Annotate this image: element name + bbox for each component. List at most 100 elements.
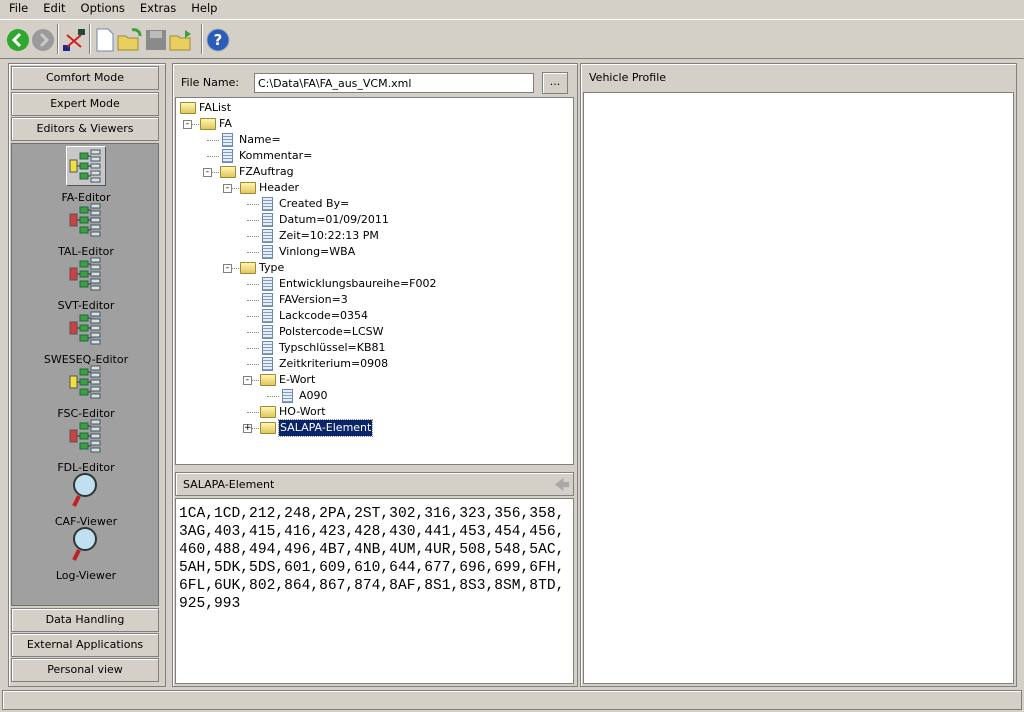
fdl-editor-icon [66,416,106,456]
tree-node[interactable]: Entwicklungsbaureihe=F002 [176,276,573,292]
svg-text:?: ? [214,31,223,49]
tree-node-label: Zeit=10:22:13 PM [279,229,379,242]
folder-icon [260,374,276,386]
tree-node[interactable]: Datum=01/09/2011 [176,212,573,228]
tree-node-label: HO-Wort [279,405,326,418]
file-name-input[interactable] [254,73,534,93]
tool-sweseq-editor[interactable]: SWESEQ-Editor [12,308,160,366]
expert-mode-button[interactable]: Expert Mode [11,92,159,116]
open-file-button[interactable] [117,27,143,53]
save-icon [146,30,166,50]
tree-node[interactable]: FAList [176,100,573,116]
data-handling-button[interactable]: Data Handling [11,608,159,632]
tree-node[interactable]: A090 [176,388,573,404]
open-recent-button[interactable] [169,27,195,53]
menu-options[interactable]: Options [72,0,131,17]
tree-node[interactable]: Name= [176,132,573,148]
external-applications-button[interactable]: External Applications [11,633,159,657]
tree-node[interactable]: - FZAuftrag [176,164,573,180]
tool-caf-viewer[interactable]: CAF-Viewer [12,470,160,528]
fa-tree[interactable]: FAList - FA Name= Kommentar= - FZAuftrag - Heade… [175,97,574,465]
document-icon [222,133,233,147]
document-icon [262,309,273,323]
tree-node[interactable]: Created By= [176,196,573,212]
detail-title: SALAPA-Element [183,478,275,491]
tree-node[interactable]: - Type [176,260,573,276]
collapse-icon[interactable]: - [183,120,192,129]
tree-node-label: FA [219,117,232,130]
menu-bar: File Edit Options Extras Help [0,0,1024,17]
tree-node[interactable]: + SALAPA-Element [176,419,573,437]
tree-node[interactable]: - Header [176,180,573,196]
toolbar: ? [0,19,1024,59]
salapa-text[interactable]: 1CA,1CD,212,248,2PA,2ST,302,316,323,356,… [175,498,574,684]
save-button[interactable] [143,27,169,53]
tool-svt-editor[interactable]: SVT-Editor [12,254,160,312]
tree-node[interactable]: Kommentar= [176,148,573,164]
menu-file[interactable]: File [0,0,34,17]
tree-connector [247,284,259,285]
toolbar-separator [57,24,59,54]
tree-connector [247,204,259,205]
tool-fa-editor[interactable]: FA-Editor [12,146,160,204]
tree-node-label: Datum=01/09/2011 [279,213,389,226]
tree-node-label: Type [259,261,285,274]
tree-connector [247,300,259,301]
tree-node[interactable]: Lackcode=0354 [176,308,573,324]
tool-log-viewer[interactable]: Log-Viewer [12,524,160,582]
forward-button[interactable] [30,27,56,53]
vehicle-profile-content [583,92,1014,684]
browse-button[interactable]: ... [542,72,568,94]
collapse-icon[interactable]: - [243,376,252,385]
detail-header: SALAPA-Element [175,472,574,496]
collapse-icon[interactable]: - [203,168,212,177]
tree-node[interactable]: Typschlüssel=KB81 [176,340,573,356]
tree-node[interactable]: Vinlong=WBA [176,244,573,260]
tree-node[interactable]: FAVersion=3 [176,292,573,308]
tree-node-label: FZAuftrag [239,165,294,178]
tree-node-label: SALAPA-Element [277,419,374,437]
tree-node[interactable]: HO-Wort [176,404,573,420]
tree-node[interactable]: - E-Wort [176,372,573,388]
connect-button[interactable] [61,27,87,53]
tool-fsc-editor[interactable]: FSC-Editor [12,362,160,420]
personal-view-button[interactable]: Personal view [11,658,159,682]
expand-icon[interactable]: + [243,424,252,433]
tree-node-label: FAList [199,101,232,114]
tree-node-label: Lackcode=0354 [279,309,369,322]
collapse-icon[interactable]: - [223,184,232,193]
magnifier-icon [66,524,106,564]
menu-help[interactable]: Help [182,0,223,17]
tree-node[interactable]: Zeit=10:22:13 PM [176,228,573,244]
new-file-button[interactable] [92,27,118,53]
help-button[interactable]: ? [205,27,231,53]
folder-icon [180,102,196,114]
document-icon [262,197,273,211]
vehicle-profile-title: Vehicle Profile [589,71,667,84]
tree-node-label: FAVersion=3 [279,293,348,306]
document-icon [262,213,273,227]
tree-node-label: Polstercode=LCSW [279,325,384,338]
tool-fdl-editor[interactable]: FDL-Editor [12,416,160,474]
tool-tal-editor[interactable]: TAL-Editor [12,200,160,258]
connect-icon [63,29,85,51]
back-button[interactable] [5,27,31,53]
menu-extras[interactable]: Extras [131,0,182,17]
tree-node[interactable]: Zeitkriterium=0908 [176,356,573,372]
tree-node[interactable]: Polstercode=LCSW [176,324,573,340]
toolbar-separator [89,24,91,54]
tree-node-label: Kommentar= [239,149,313,162]
folder-icon [220,166,236,178]
tree-connector [207,140,219,141]
document-icon [222,149,233,163]
tool-label: Log-Viewer [55,569,117,582]
tree-connector [247,332,259,333]
comfort-mode-button[interactable]: Comfort Mode [11,66,159,90]
tree-node-label: E-Wort [279,373,316,386]
collapse-icon[interactable]: - [223,264,232,273]
tree-node[interactable]: - FA [176,116,573,132]
dock-arrow-icon[interactable] [555,478,569,491]
document-icon [262,245,273,259]
menu-edit[interactable]: Edit [34,0,71,17]
editors-viewers-button[interactable]: Editors & Viewers [11,117,159,141]
